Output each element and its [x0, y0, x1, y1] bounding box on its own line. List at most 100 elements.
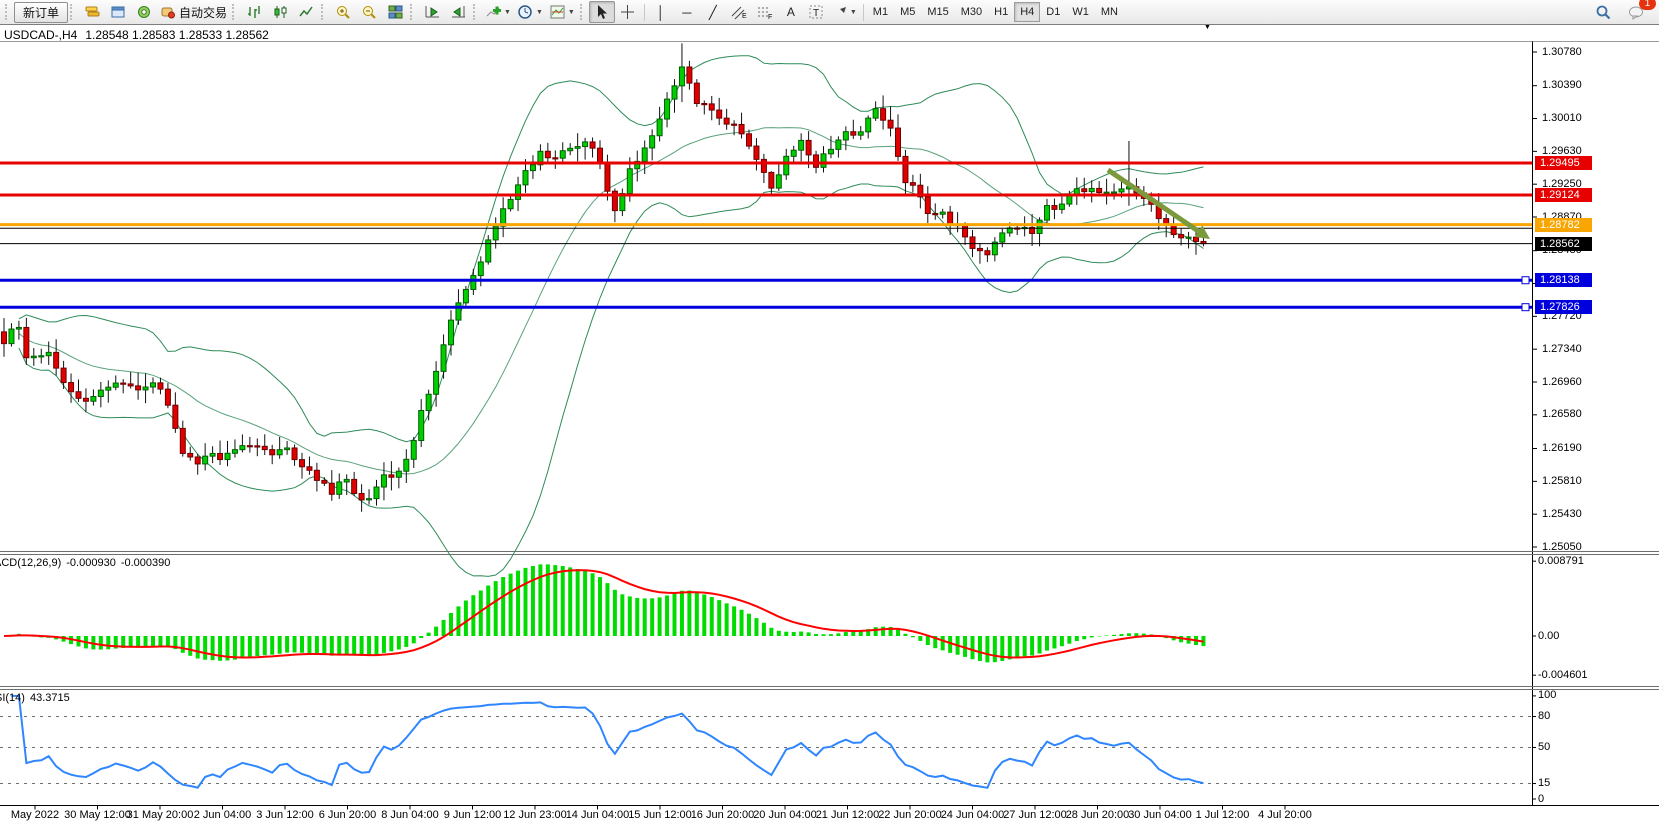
candle	[389, 475, 394, 477]
candle	[1104, 192, 1109, 193]
text-tool-icon[interactable]: A	[778, 1, 804, 23]
candle	[54, 352, 59, 368]
candle	[1007, 228, 1012, 233]
candle	[702, 104, 707, 105]
candle	[1134, 187, 1139, 193]
price-axis-tick: 1.30780	[1542, 46, 1582, 58]
candle	[1201, 241, 1206, 243]
candle	[657, 119, 662, 136]
horizontal-line-tool-icon[interactable]: ─	[674, 1, 700, 23]
candle	[337, 482, 342, 494]
arrows-tool-icon[interactable]: ▼	[830, 1, 860, 23]
market-watch-icon[interactable]	[79, 1, 105, 23]
candle	[106, 387, 111, 390]
ohlc-values: 1.28548 1.28583 1.28533 1.28562	[85, 28, 269, 42]
candle	[1089, 188, 1094, 191]
timeframe-w1[interactable]: W1	[1066, 2, 1095, 22]
timeframe-h1[interactable]: H1	[988, 2, 1014, 22]
candle	[553, 158, 558, 159]
candle	[61, 368, 66, 382]
bar-chart-icon[interactable]	[241, 1, 267, 23]
vertical-line-tool-icon[interactable]: │	[648, 1, 674, 23]
new-order-button[interactable]: 新订单	[14, 2, 68, 23]
time-axis-label: 4 Jul 20:00	[1258, 809, 1312, 821]
text-label-tool-icon[interactable]: T	[804, 1, 830, 23]
candle	[761, 159, 766, 172]
candle	[598, 148, 603, 162]
line-chart-icon[interactable]	[293, 1, 319, 23]
line-endpoint-handle	[1522, 304, 1529, 311]
trend-arrow[interactable]	[1108, 170, 1198, 231]
candle	[188, 453, 193, 457]
candle	[1074, 189, 1079, 196]
candle	[359, 493, 364, 499]
add-indicator-icon[interactable]: ▼	[482, 1, 514, 23]
cursor-tool-icon[interactable]	[589, 1, 615, 23]
candle	[478, 262, 483, 276]
candle	[687, 67, 692, 83]
rsi-axis-tick: 0	[1538, 793, 1544, 805]
chart-shift-icon[interactable]	[445, 1, 471, 23]
navigator-icon[interactable]	[131, 1, 157, 23]
candle	[449, 320, 454, 345]
time-axis-label: 20 Jun 04:00	[753, 809, 817, 821]
timeframe-h4[interactable]: H4	[1014, 2, 1040, 22]
autotrading-button[interactable]: 自动交易	[157, 1, 230, 23]
time-axis-label: 9 Jun 12:00	[444, 809, 502, 821]
timeframe-m15[interactable]: M15	[921, 2, 954, 22]
price-line-badge: 1.28562	[1535, 237, 1592, 251]
candle	[858, 132, 863, 135]
periods-icon[interactable]: ▼	[514, 1, 546, 23]
candle	[262, 446, 267, 449]
trendline-tool-icon[interactable]: ╱	[700, 1, 726, 23]
candle	[724, 118, 729, 124]
candle	[888, 120, 893, 128]
candle	[776, 175, 781, 188]
timeframe-m1[interactable]: M1	[867, 2, 894, 22]
timeframe-d1[interactable]: D1	[1040, 2, 1066, 22]
candle	[1059, 204, 1064, 209]
candle	[270, 450, 275, 455]
candle	[940, 212, 945, 214]
candle	[910, 183, 915, 186]
candle	[977, 248, 982, 250]
candle	[896, 128, 901, 156]
equidistant-channel-tool-icon[interactable]: E	[726, 1, 752, 23]
search-icon[interactable]	[1590, 1, 1616, 23]
templates-icon[interactable]: ▼	[546, 1, 578, 23]
price-axis-tick: 1.27340	[1542, 343, 1582, 355]
candle	[232, 450, 237, 454]
candle	[314, 470, 319, 480]
timeframe-m5[interactable]: M5	[894, 2, 921, 22]
zoom-out-icon[interactable]	[356, 1, 382, 23]
candle	[1000, 233, 1005, 242]
price-axis-tick: 1.26580	[1542, 408, 1582, 420]
rsi-name: SI(14)	[0, 692, 25, 704]
candle	[873, 109, 878, 118]
candle	[225, 453, 230, 459]
timeframe-mn[interactable]: MN	[1095, 2, 1124, 22]
timeframe-m30[interactable]: M30	[955, 2, 988, 22]
zoom-in-icon[interactable]	[330, 1, 356, 23]
candle	[627, 169, 632, 194]
time-axis-label: 30 May 12:00	[64, 809, 131, 821]
candle	[717, 110, 722, 118]
price-axis-tick: 1.25050	[1542, 541, 1582, 553]
crosshair-tool-icon[interactable]	[615, 1, 641, 23]
fibonacci-tool-icon[interactable]: F	[752, 1, 778, 23]
auto-scroll-icon[interactable]	[419, 1, 445, 23]
macd-indicator-label: ACD(12,26,9)-0.000930-0.000390	[0, 557, 175, 569]
candlestick-chart-icon[interactable]	[267, 1, 293, 23]
candle	[69, 383, 74, 392]
candle	[836, 140, 841, 149]
notification-badge: 1	[1639, 0, 1656, 10]
candle	[739, 124, 744, 133]
data-window-icon[interactable]	[105, 1, 131, 23]
price-line-badge: 1.28138	[1535, 273, 1592, 287]
bollinger-band	[19, 128, 1204, 474]
candle	[1097, 188, 1102, 192]
notifications-chat-icon[interactable]: 1	[1624, 1, 1650, 23]
candle	[165, 389, 170, 405]
candle	[650, 136, 655, 148]
tile-windows-icon[interactable]	[382, 1, 408, 23]
